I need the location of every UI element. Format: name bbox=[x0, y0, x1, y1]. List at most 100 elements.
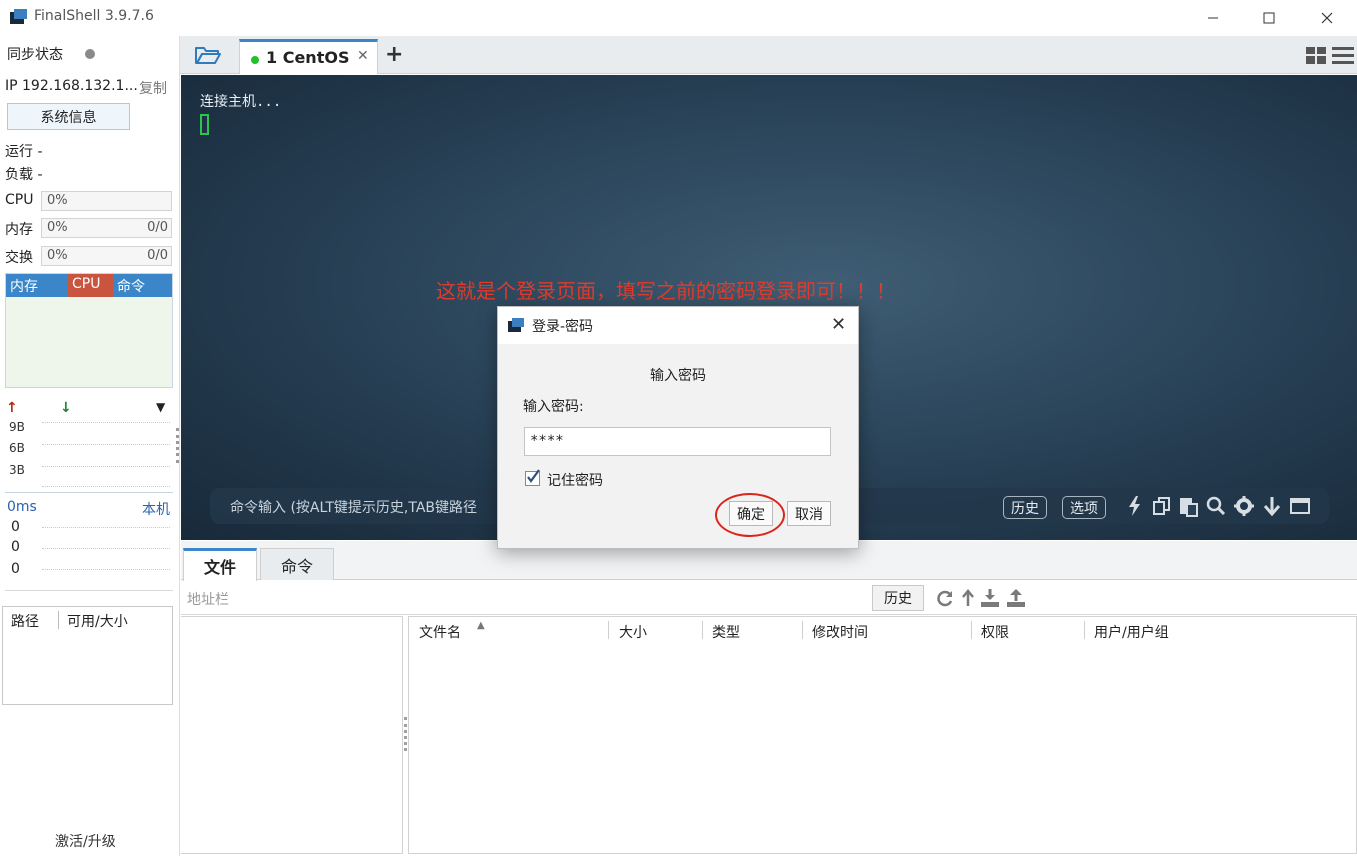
uptime-label: 运行 - bbox=[5, 144, 43, 160]
upload-arrow-icon: ↑ bbox=[6, 400, 18, 416]
ping-divider bbox=[5, 492, 173, 493]
net-axis-label: 3B bbox=[9, 463, 25, 477]
cpu-meter-value: 0% bbox=[47, 193, 68, 208]
window-icon[interactable] bbox=[1289, 495, 1311, 517]
lightning-icon[interactable] bbox=[1124, 495, 1146, 517]
ping-value: 0 bbox=[11, 539, 20, 555]
disk-col-size[interactable]: 可用/大小 bbox=[67, 611, 128, 631]
process-table-header: 内存 CPU 命令 bbox=[6, 274, 172, 297]
activate-upgrade-link[interactable]: 激活/升级 bbox=[55, 831, 116, 851]
ping-grid-line bbox=[42, 548, 170, 549]
cpu-meter-label: CPU bbox=[5, 192, 34, 208]
col-owner-group[interactable]: 用户/用户组 bbox=[1094, 622, 1169, 642]
col-size[interactable]: 大小 bbox=[619, 622, 647, 642]
maximize-icon bbox=[1263, 12, 1275, 24]
memory-meter: 0% 0/0 bbox=[41, 218, 172, 238]
ping-target-local[interactable]: 本机 bbox=[142, 499, 170, 519]
upload-icon[interactable] bbox=[1006, 588, 1026, 608]
maximize-button[interactable] bbox=[1240, 0, 1298, 36]
tab-centos[interactable]: 1 CentOS ✕ bbox=[239, 39, 378, 74]
proc-col-memory[interactable]: 内存 bbox=[10, 276, 38, 296]
tab-files[interactable]: 文件 bbox=[183, 548, 257, 581]
directory-tree-pane[interactable] bbox=[181, 616, 403, 854]
column-separator[interactable] bbox=[702, 621, 703, 639]
process-table: 内存 CPU 命令 bbox=[5, 273, 173, 388]
ip-address: IP 192.168.132.1... bbox=[5, 78, 138, 94]
tab-close-icon[interactable]: ✕ bbox=[357, 48, 369, 64]
password-input[interactable]: **** bbox=[524, 427, 831, 456]
ping-value: 0 bbox=[11, 561, 20, 577]
refresh-icon[interactable] bbox=[935, 588, 955, 608]
net-grid-line bbox=[42, 444, 170, 445]
swap-meter: 0% 0/0 bbox=[41, 246, 172, 266]
gear-icon[interactable] bbox=[1233, 495, 1255, 517]
net-axis-label: 6B bbox=[9, 441, 25, 455]
close-icon bbox=[1321, 12, 1333, 24]
col-modified-time[interactable]: 修改时间 bbox=[812, 622, 868, 642]
minimize-icon bbox=[1208, 17, 1218, 19]
download-arrow-icon: ↓ bbox=[60, 400, 72, 416]
net-grid-line bbox=[42, 486, 170, 487]
open-folder-icon[interactable] bbox=[194, 44, 222, 66]
command-input[interactable]: 命令输入 (按ALT键提示历史,TAB键路径 bbox=[230, 497, 477, 517]
column-separator[interactable] bbox=[1084, 621, 1085, 639]
checkmark-icon bbox=[527, 469, 540, 483]
col-filename[interactable]: 文件名 bbox=[419, 622, 461, 642]
net-grid-line bbox=[42, 466, 170, 467]
remember-password-checkbox[interactable] bbox=[525, 469, 540, 486]
sync-status-label: 同步状态 bbox=[7, 47, 63, 63]
command-history-button[interactable]: 历史 bbox=[1003, 496, 1047, 519]
finalshell-logo-icon bbox=[10, 9, 27, 24]
minimize-button[interactable] bbox=[1184, 0, 1242, 36]
col-permissions[interactable]: 权限 bbox=[981, 622, 1009, 642]
memory-meter-value: 0% bbox=[47, 220, 68, 235]
ping-grid-line bbox=[42, 527, 170, 528]
download-arrow-icon[interactable] bbox=[1261, 495, 1283, 517]
sidebar-resize-handle[interactable] bbox=[176, 428, 179, 463]
column-separator[interactable] bbox=[608, 621, 609, 639]
command-options-button[interactable]: 选项 bbox=[1062, 496, 1106, 519]
remember-password-label[interactable]: 记住密码 bbox=[547, 470, 603, 490]
window-title: FinalShell 3.9.7.6 bbox=[34, 8, 154, 24]
column-separator[interactable] bbox=[971, 621, 972, 639]
system-info-button[interactable]: 系统信息 bbox=[7, 103, 130, 130]
file-pane-resize-handle[interactable] bbox=[404, 717, 407, 751]
swap-meter-label: 交换 bbox=[5, 250, 33, 266]
search-icon[interactable] bbox=[1205, 495, 1227, 517]
copy-ip-link[interactable]: 复制 bbox=[139, 78, 167, 98]
file-list-pane[interactable]: 文件名 ▲ 大小 类型 修改时间 权限 用户/用户组 bbox=[408, 616, 1357, 854]
address-input[interactable]: 地址栏 bbox=[187, 589, 229, 609]
proc-col-cpu[interactable]: CPU bbox=[68, 274, 113, 297]
cancel-button[interactable]: 取消 bbox=[787, 501, 831, 526]
dialog-titlebar: 登录-密码 ✕ bbox=[498, 307, 858, 344]
ping-bottom-border bbox=[5, 590, 173, 591]
disk-col-separator bbox=[58, 611, 59, 629]
proc-col-command[interactable]: 命令 bbox=[117, 276, 145, 296]
net-axis-label: 9B bbox=[9, 420, 25, 434]
parent-directory-icon[interactable] bbox=[958, 588, 978, 608]
new-tab-button[interactable]: + bbox=[385, 42, 403, 67]
disk-table: 路径 可用/大小 bbox=[2, 606, 173, 705]
network-dropdown-icon[interactable]: ▼ bbox=[156, 400, 165, 414]
dialog-close-icon[interactable]: ✕ bbox=[831, 314, 846, 335]
sidebar: 同步状态 IP 192.168.132.1... 复制 系统信息 运行 - 负载… bbox=[0, 36, 180, 856]
col-type[interactable]: 类型 bbox=[712, 622, 740, 642]
column-separator[interactable] bbox=[802, 621, 803, 639]
paste-icon[interactable] bbox=[1178, 495, 1200, 517]
download-icon[interactable] bbox=[980, 588, 1000, 608]
tab-commands[interactable]: 命令 bbox=[260, 548, 334, 580]
login-password-dialog: 登录-密码 ✕ 输入密码 输入密码: **** 记住密码 确定 取消 bbox=[497, 306, 859, 549]
disk-col-path[interactable]: 路径 bbox=[11, 611, 39, 631]
close-button[interactable] bbox=[1298, 0, 1356, 36]
grid-layout-icon[interactable] bbox=[1306, 47, 1326, 64]
connection-status-dot bbox=[251, 56, 259, 64]
terminal-cursor bbox=[200, 114, 209, 135]
dialog-heading: 输入密码 bbox=[650, 368, 706, 384]
sort-ascending-icon: ▲ bbox=[477, 620, 485, 631]
swap-meter-extra: 0/0 bbox=[147, 248, 168, 263]
cpu-meter: 0% bbox=[41, 191, 172, 211]
menu-icon[interactable] bbox=[1332, 47, 1354, 64]
copy-icon[interactable] bbox=[1151, 495, 1173, 517]
path-history-button[interactable]: 历史 bbox=[872, 585, 924, 611]
swap-meter-value: 0% bbox=[47, 248, 68, 263]
